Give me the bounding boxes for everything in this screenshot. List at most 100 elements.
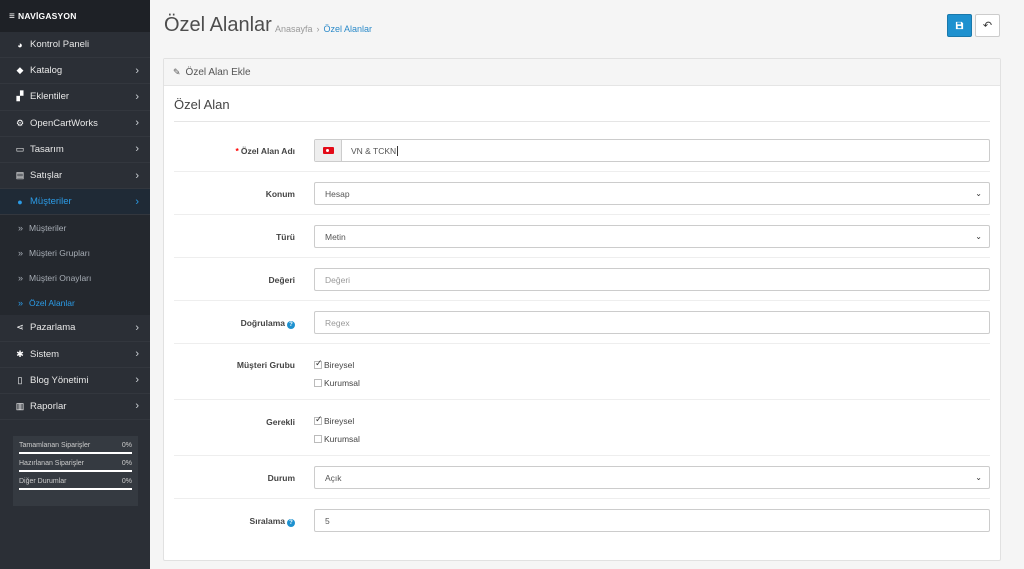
breadcrumb-current[interactable]: Özel Alanlar — [324, 24, 373, 34]
checkbox-unchecked[interactable] — [314, 435, 322, 443]
share-icon: ⋖ — [16, 322, 24, 333]
type-select[interactable]: Metin ⌄ — [314, 225, 990, 248]
checkbox-checked[interactable] — [314, 358, 323, 369]
name-input[interactable]: VN & TCKN — [314, 139, 990, 162]
form-row-required: Gerekli Bireysel Kurumsal — [174, 400, 990, 456]
value-input-placeholder: Değeri — [325, 274, 351, 285]
sidebar-item-reports[interactable]: ▥ Raporlar › — [0, 394, 150, 421]
status-select-value: Açık — [325, 472, 342, 483]
breadcrumb-home[interactable]: Anasayfa — [275, 24, 313, 34]
sidebar-item-label: OpenCartWorks — [30, 117, 98, 129]
sidebar-item-customers[interactable]: ● Müşteriler › — [0, 189, 150, 216]
status-select[interactable]: Açık ⌄ — [314, 466, 990, 489]
checkbox-required-individual[interactable]: Bireysel — [314, 412, 360, 430]
checkbox-required-corporate[interactable]: Kurumsal — [314, 430, 360, 448]
stat-completed-orders: Tamamlanan Siparişler 0% — [19, 442, 132, 454]
sidebar-item-opencartworks[interactable]: ⚙ OpenCartWorks › — [0, 111, 150, 137]
sidebar-item-label: Müşteriler — [30, 196, 72, 208]
stat-progress-bar — [19, 470, 132, 472]
checkbox-group-individual[interactable]: Bireysel — [314, 356, 360, 374]
form-row-value: Değeri Değeri — [174, 258, 990, 301]
stat-progress-bar — [19, 452, 132, 454]
help-icon[interactable]: ? — [287, 519, 295, 527]
required-marker: * — [235, 146, 239, 156]
turkey-flag-icon — [322, 147, 334, 154]
page-title: Özel Alanlar — [164, 14, 272, 36]
menu-bars-icon: ≡ — [9, 10, 16, 22]
sort-order-input[interactable]: 5 — [314, 509, 990, 532]
required-checkboxes: Bireysel Kurumsal — [314, 412, 360, 448]
chevron-right-icon: › — [135, 400, 139, 413]
sidebar-item-label: Tasarım — [30, 143, 64, 155]
chevron-down-icon: ⌄ — [975, 189, 982, 198]
sidebar-item-marketing[interactable]: ⋖ Pazarlama › — [0, 315, 150, 342]
user-icon: ● — [17, 196, 23, 207]
help-icon[interactable]: ? — [287, 321, 295, 329]
location-select[interactable]: Hesap ⌄ — [314, 182, 990, 205]
panel-heading: ✎ Özel Alan Ekle — [164, 59, 1000, 86]
location-select-value: Hesap — [325, 188, 350, 199]
form-row-type: Türü Metin ⌄ — [174, 215, 990, 258]
cart-icon: ▤ — [15, 170, 25, 181]
status-label: Durum — [267, 473, 295, 483]
chevron-right-icon: › — [135, 90, 139, 103]
sidebar-item-label: Pazarlama — [30, 322, 76, 334]
checkbox-label: Kurumsal — [324, 434, 360, 444]
validation-input-placeholder: Regex — [325, 317, 350, 328]
stat-value: 0% — [121, 478, 132, 485]
monitor-icon: ▭ — [15, 143, 25, 154]
sort-order-label: Sıralama? — [174, 516, 295, 527]
stat-label: Diğer Durumlar — [19, 478, 67, 485]
reply-icon: ↶ — [982, 20, 993, 32]
back-button[interactable]: ↶ — [975, 14, 1000, 37]
chevron-right-icon: › — [135, 348, 139, 361]
double-chevron-right-icon: » — [18, 222, 24, 233]
value-input[interactable]: Değeri — [314, 268, 990, 291]
validation-label: Doğrulama? — [174, 318, 295, 329]
form-row-location: Konum Hesap ⌄ — [174, 172, 990, 215]
validation-input[interactable]: Regex — [314, 311, 990, 334]
checkbox-unchecked[interactable] — [314, 379, 322, 387]
submenu-item-customer-groups[interactable]: » Müşteri Grupları — [0, 240, 150, 265]
form-row-sort-order: Sıralama? 5 — [174, 499, 990, 542]
value-label: Değeri — [268, 275, 295, 285]
sidebar-item-label: Eklentiler — [30, 91, 70, 103]
stat-value: 0% — [121, 460, 132, 467]
sidebar-item-blog[interactable]: ▯ Blog Yönetimi › — [0, 368, 150, 394]
sidebar-item-catalog[interactable]: ◆ Katalog › — [0, 58, 150, 85]
checkbox-group-corporate[interactable]: Kurumsal — [314, 374, 360, 392]
sidebar-item-label: Raporlar — [30, 400, 67, 412]
submenu-item-customers[interactable]: » Müşteriler — [0, 215, 150, 240]
sidebar-item-sales[interactable]: ▤ Satışlar › — [0, 163, 150, 190]
stat-processing-orders: Hazırlanan Siparişler 0% — [19, 460, 132, 472]
sidebar-item-label: Satışlar — [30, 170, 63, 182]
chevron-right-icon: › — [135, 195, 139, 208]
sidebar-item-label: Kontrol Paneli — [30, 39, 90, 51]
submenu-item-customer-approvals[interactable]: » Müşteri Onayları — [0, 265, 150, 290]
sidebar-item-label: Katalog — [30, 65, 63, 77]
form-legend: Özel Alan — [174, 97, 990, 122]
page-header: Özel Alanlar Anasayfa › Özel Alanlar ↶ — [150, 0, 1024, 50]
breadcrumb: Anasayfa › Özel Alanlar — [275, 24, 372, 34]
sidebar-item-label: Sistem — [30, 348, 60, 360]
checkbox-checked[interactable] — [314, 414, 323, 425]
sidebar-item-design[interactable]: ▭ Tasarım › — [0, 137, 150, 163]
navigation-header[interactable]: ≡ NAVİGASYON — [0, 0, 150, 32]
stat-progress-bar — [19, 488, 132, 490]
sidebar-item-extensions[interactable]: ▞ Eklentiler › — [0, 84, 150, 111]
double-chevron-right-icon: » — [18, 297, 24, 308]
dashboard-icon: ◕ — [17, 39, 23, 50]
save-button[interactable] — [947, 14, 972, 37]
chevron-down-icon: ⌄ — [975, 232, 982, 241]
form-row-status: Durum Açık ⌄ — [174, 456, 990, 499]
form-row-name: * Özel Alan Adı VN & TCKN — [174, 130, 990, 172]
customer-group-label: Müşteri Grubu — [236, 360, 295, 370]
customer-group-checkboxes: Bireysel Kurumsal — [314, 356, 360, 392]
sidebar-item-label: Blog Yönetimi — [30, 374, 89, 386]
submenu-item-custom-fields[interactable]: » Özel Alanlar — [0, 290, 150, 315]
sidebar-item-dashboard[interactable]: ◕ Kontrol Paneli — [0, 32, 150, 59]
sidebar-item-system[interactable]: ✱ Sistem › — [0, 342, 150, 368]
sidebar: ≡ NAVİGASYON ◕ Kontrol Paneli ◆ Katalog … — [0, 0, 150, 569]
stat-other-statuses: Diğer Durumlar 0% — [19, 478, 132, 490]
type-select-value: Metin — [325, 231, 346, 242]
